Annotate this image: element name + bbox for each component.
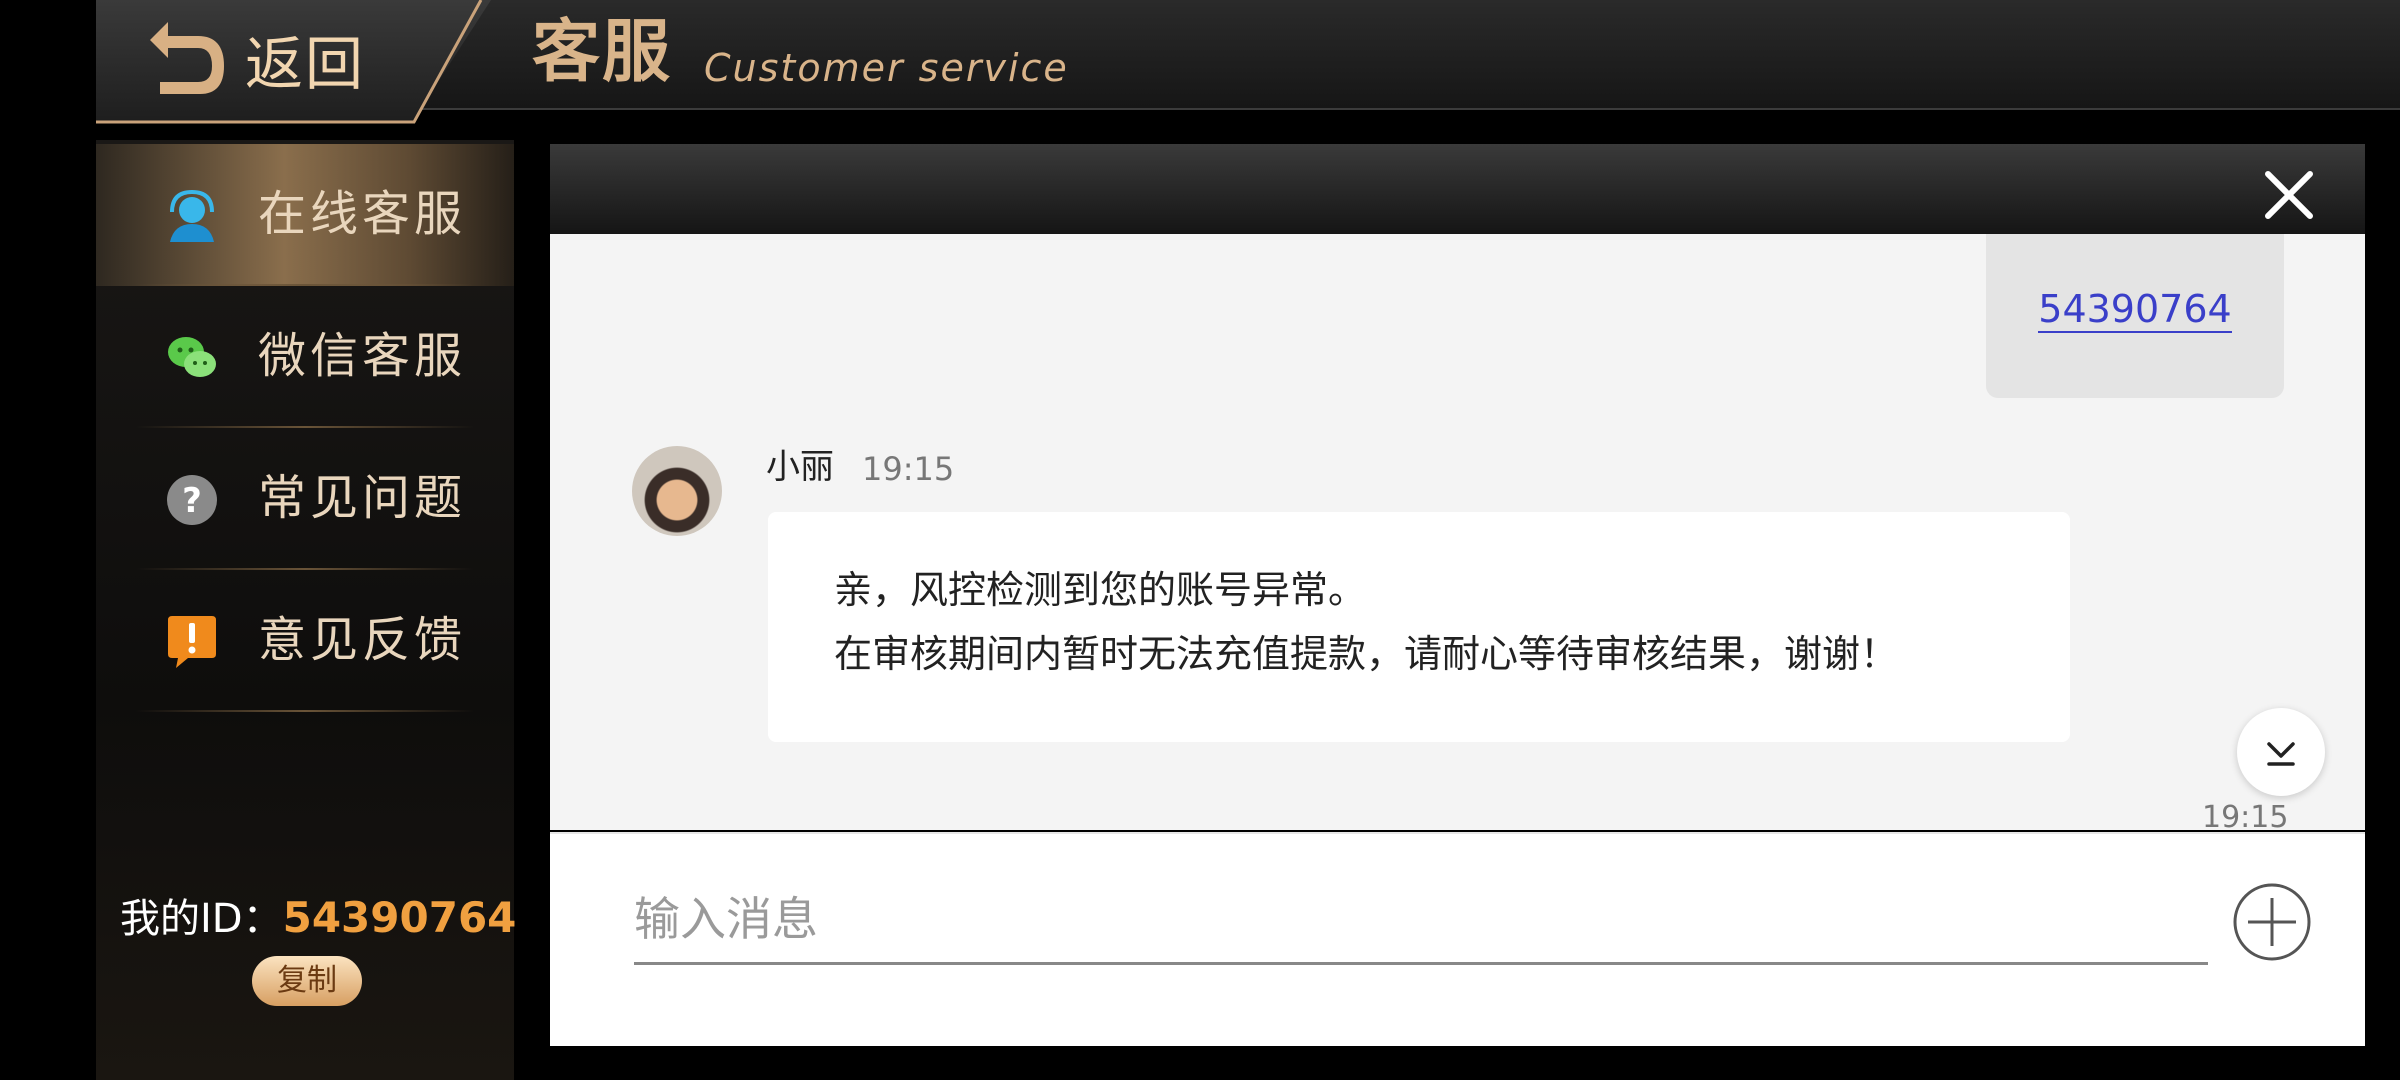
chat-message-list[interactable]: 54390764 小丽 19:15 亲，风控检测到您的账号异常。 在审核期间内暂… [550,234,2365,830]
my-id-value: 54390764 [282,893,517,942]
add-attachment-icon[interactable] [2232,882,2312,962]
agent-name: 小丽 [766,447,834,487]
sidebar-item-feedback[interactable]: 意见反馈 [96,570,514,712]
headset-user-icon [170,189,214,242]
sidebar-item-label: 在线客服 [258,186,467,242]
my-id-label: 我的ID： [120,896,283,942]
back-arrow-icon[interactable] [146,20,224,96]
message-timestamp: 19:15 [862,450,955,488]
message-input-bar [550,832,2365,1046]
my-message-link-wrap[interactable]: 54390764 [1986,284,2284,334]
chat-panel-header [550,144,2365,234]
copy-id-button[interactable]: 复制 [252,956,362,1006]
divider [136,710,474,712]
chevron-down-icon [2267,742,2295,766]
sidebar-item-faq[interactable]: ? 常见问题 [96,428,514,570]
message-input[interactable] [634,876,2208,965]
scroll-to-bottom-button[interactable] [2237,708,2325,796]
close-icon[interactable] [2262,168,2316,222]
agent-avatar [632,446,722,536]
svg-text:?: ? [182,481,202,521]
question-icon: ? [167,475,217,525]
my-id: 我的ID：54390764 [120,888,516,957]
sidebar-item-label: 微信客服 [258,328,467,384]
message-text-line: 亲，风控检测到您的账号异常。 [834,568,1367,612]
my-message-bubble: 54390764 [1986,234,2284,398]
feedback-exclamation-icon [168,616,216,668]
page-subtitle: Customer service [704,46,1069,90]
wechat-icon [168,337,216,377]
sidebar-item-label: 常见问题 [258,470,467,526]
back-label[interactable]: 返回 [245,24,365,104]
message-timestamp-bottom: 19:15 [2202,800,2289,830]
agent-message-bubble: 亲，风控检测到您的账号异常。 在审核期间内暂时无法充值提款，请耐心等待审核结果，… [768,512,2070,742]
sidebar-item-online-service[interactable]: 在线客服 [96,144,514,286]
sidebar-item-label: 意见反馈 [258,612,467,668]
my-message-link[interactable]: 54390764 [2038,287,2232,333]
sidebar-item-wechat-service[interactable]: 微信客服 [96,286,514,428]
message-text-line: 在审核期间内暂时无法充值提款，请耐心等待审核结果，谢谢！ [834,632,1899,676]
page-title: 客服 [532,13,673,92]
